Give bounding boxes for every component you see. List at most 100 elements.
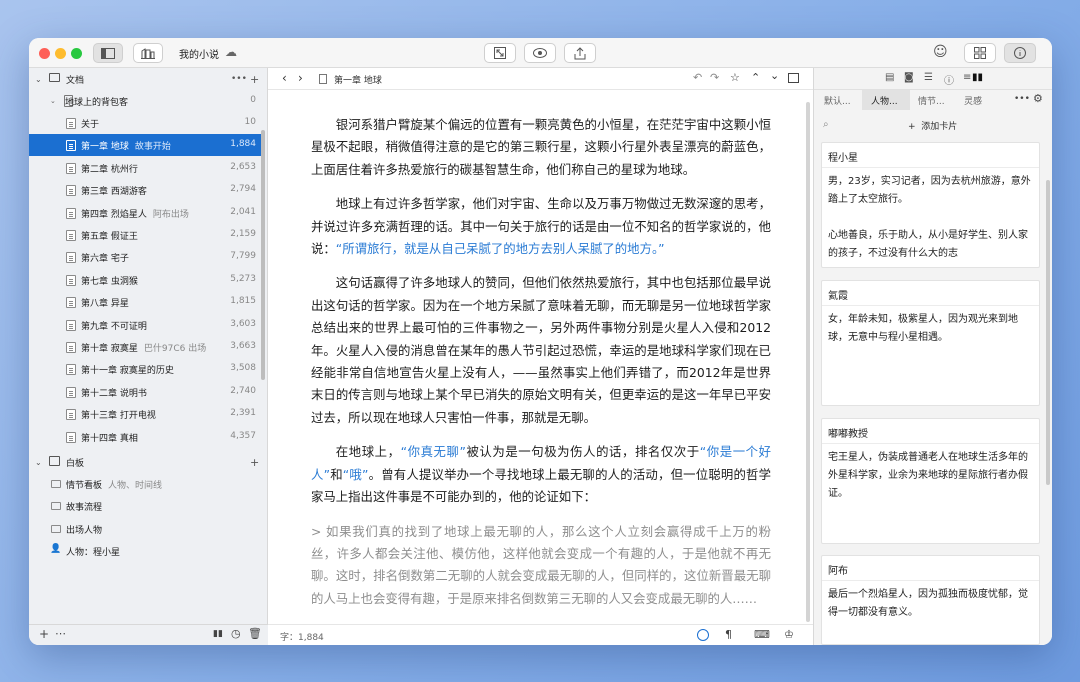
add-icon[interactable]: + — [250, 73, 259, 86]
more-icon[interactable]: ••• — [231, 74, 247, 84]
list-icon[interactable]: ☰ — [924, 72, 933, 83]
chapter-row[interactable]: 第六章 宅子 7,799 — [29, 246, 262, 268]
chevron-down-icon[interactable]: ⌄ — [770, 69, 779, 82]
back-icon[interactable]: ‹ — [282, 71, 287, 85]
chapter-row[interactable]: 关于 10 — [29, 112, 262, 134]
camera-icon[interactable]: ◙ — [904, 72, 914, 83]
whiteboard-section-header[interactable]: ⌄ 白板 + — [29, 452, 268, 472]
chapter-row[interactable]: 第一章 地球 故事开始 1,884 — [29, 134, 262, 157]
blockquote: > 如果我们真的找到了地球上最无聊的人，那么这个人立刻会赢得成千上万的粉丝，许多… — [311, 523, 771, 606]
docs-section-header[interactable]: ⌄ 文档 ••• + — [29, 69, 268, 89]
info-icon[interactable]: ⓘ — [944, 72, 954, 87]
whiteboard-title: 出场人物 — [66, 525, 103, 536]
account-icon[interactable]: ☺ — [933, 44, 948, 60]
character-card[interactable]: 氦霞 女，年龄未知，极紫星人，因为观光来到地球，无意中与程小星相遇。 — [821, 280, 1040, 406]
typewriter-icon[interactable]: ⌨ — [754, 628, 770, 641]
chevron-up-icon[interactable]: ⌃ — [751, 71, 760, 84]
book-row[interactable]: ⌄ 地球上的背包客 0 — [29, 90, 262, 112]
tab-characters[interactable]: 人物... — [871, 94, 898, 107]
document-icon — [66, 185, 76, 197]
breadcrumb[interactable]: 第一章 地球 — [334, 73, 382, 86]
redo-icon[interactable]: ↷ — [710, 71, 719, 84]
add-card-button[interactable]: + 添加卡片 — [908, 119, 957, 132]
toggle-sidebar-button[interactable] — [93, 43, 123, 63]
format-icon[interactable]: ¶ — [725, 628, 732, 641]
chapter-row[interactable]: 第十三章 打开电视 2,391 — [29, 403, 262, 425]
whiteboard-row[interactable]: 👤 人物：程小星 — [29, 540, 268, 562]
zoom-window-button[interactable] — [71, 48, 82, 59]
cloud-sync-icon[interactable]: ☁ — [225, 45, 237, 59]
document-icon — [66, 297, 76, 309]
chapter-row[interactable]: 第二章 杭州行 2,653 — [29, 157, 262, 179]
chapter-title: 第十二章 说明书 — [81, 388, 147, 399]
add-icon[interactable]: + — [250, 456, 259, 469]
tab-default[interactable]: 默认... — [824, 94, 851, 107]
cards-icon[interactable]: ▮▮ — [972, 72, 983, 83]
focus-mode-button[interactable] — [484, 43, 516, 63]
editor-scrollbar[interactable] — [806, 102, 810, 622]
chapter-row[interactable]: 第十章 寂寞星 巴什97C6 出场 3,663 — [29, 336, 262, 358]
chevron-down-icon[interactable]: ⌄ — [50, 97, 56, 105]
goal-progress-icon[interactable] — [697, 629, 709, 641]
chapter-row[interactable]: 第八章 异星 1,815 — [29, 291, 262, 313]
inspector-toggle-button[interactable] — [1004, 43, 1036, 63]
document-icon — [66, 409, 76, 421]
chapter-row[interactable]: 第三章 西湖游客 2,794 — [29, 179, 262, 201]
sidebar-scrollbar[interactable] — [261, 130, 265, 380]
document-icon — [66, 162, 76, 174]
document-icon — [66, 386, 76, 398]
star-icon[interactable]: ☆ — [730, 71, 740, 84]
clock-icon[interactable]: ◷ — [231, 627, 241, 640]
expand-icon — [494, 47, 506, 59]
quoted-text: “所谓旅行，就是从自己呆腻了的地方去别人呆腻了的地方。” — [335, 241, 665, 257]
inspector-scrollbar[interactable] — [1046, 180, 1050, 485]
search-icon[interactable]: ⌕ — [823, 119, 829, 130]
board-icon — [51, 480, 61, 488]
whiteboard-row[interactable]: 出场人物 — [29, 518, 268, 540]
stats-icon[interactable]: ▮▮ — [213, 629, 223, 639]
card-body: 男，23岁，实习记者，因为去杭州旅游，意外踏上了太空旅行。 心地善良，乐于助人，… — [828, 176, 1031, 259]
chapter-row[interactable]: 第七章 虫洞猴 5,273 — [29, 269, 262, 291]
whiteboard-row[interactable]: 情节看板 人物、时间线 — [29, 473, 268, 495]
preview-button[interactable] — [524, 43, 556, 63]
note-icon[interactable]: ▤ — [885, 72, 894, 83]
chapter-row[interactable]: 第四章 烈焰星人 阿布出场 2,041 — [29, 202, 262, 224]
whiteboard-row[interactable]: 故事流程 — [29, 495, 268, 517]
outline-icon[interactable]: ≡ — [963, 72, 971, 83]
word-count: 2,794 — [230, 184, 256, 195]
card-title: 嘟嘟教授 — [822, 419, 1039, 444]
trash-icon[interactable]: 🗑 — [248, 627, 262, 640]
chapter-row[interactable]: 第十四章 真相 4,357 — [29, 426, 262, 448]
editor-footer: 字：1,884 ¶ ⌨ ♔ — [268, 624, 813, 645]
character-card[interactable]: 嘟嘟教授 宅王星人，伪装成普通老人在地球生活多年的外星科学家，业余为来地球的星际… — [821, 418, 1040, 544]
tab-plot[interactable]: 情节... — [918, 94, 945, 107]
split-view-icon[interactable] — [788, 73, 799, 83]
editor-text[interactable]: 银河系猎户臂旋某个偏远的位置有一颗亮黄色的小恒星，在茫茫宇宙中这颗小恒星极不起眼… — [311, 114, 771, 622]
forward-icon[interactable]: › — [298, 71, 303, 85]
theme-icon[interactable]: ♔ — [784, 628, 794, 641]
more-icon[interactable]: ••• — [1014, 94, 1030, 104]
add-icon[interactable]: + — [39, 627, 49, 641]
whiteboard-title: 情节看板 — [66, 481, 103, 491]
library-button[interactable] — [133, 43, 163, 63]
document-title[interactable]: 我的小说 — [179, 46, 219, 61]
more-icon[interactable]: ⋯ — [55, 627, 66, 640]
grid-view-button[interactable] — [964, 43, 996, 63]
character-card[interactable]: 阿布 最后一个烈焰星人，因为孤独而极度忧郁，觉得一切都没有意义。 — [821, 555, 1040, 645]
library-icon — [141, 47, 155, 59]
chapter-row[interactable]: 第五章 假证王 2,159 — [29, 224, 262, 246]
chevron-down-icon[interactable]: ⌄ — [35, 458, 42, 467]
chapter-row[interactable]: 第九章 不可证明 3,603 — [29, 314, 262, 336]
tab-inspiration[interactable]: 灵感 — [964, 94, 982, 107]
quoted-text: “哦” — [342, 466, 369, 482]
chevron-down-icon[interactable]: ⌄ — [35, 75, 42, 84]
share-button[interactable] — [564, 43, 596, 63]
document-icon — [66, 364, 76, 376]
minimize-window-button[interactable] — [55, 48, 66, 59]
character-card[interactable]: 程小星 男，23岁，实习记者，因为去杭州旅游，意外踏上了太空旅行。 心地善良，乐… — [821, 142, 1040, 268]
chapter-row[interactable]: 第十一章 寂寞星的历史 3,508 — [29, 358, 262, 380]
gear-icon[interactable]: ⚙ — [1033, 92, 1043, 105]
undo-icon[interactable]: ↶ — [693, 71, 702, 84]
close-window-button[interactable] — [39, 48, 50, 59]
chapter-row[interactable]: 第十二章 说明书 2,740 — [29, 381, 262, 403]
